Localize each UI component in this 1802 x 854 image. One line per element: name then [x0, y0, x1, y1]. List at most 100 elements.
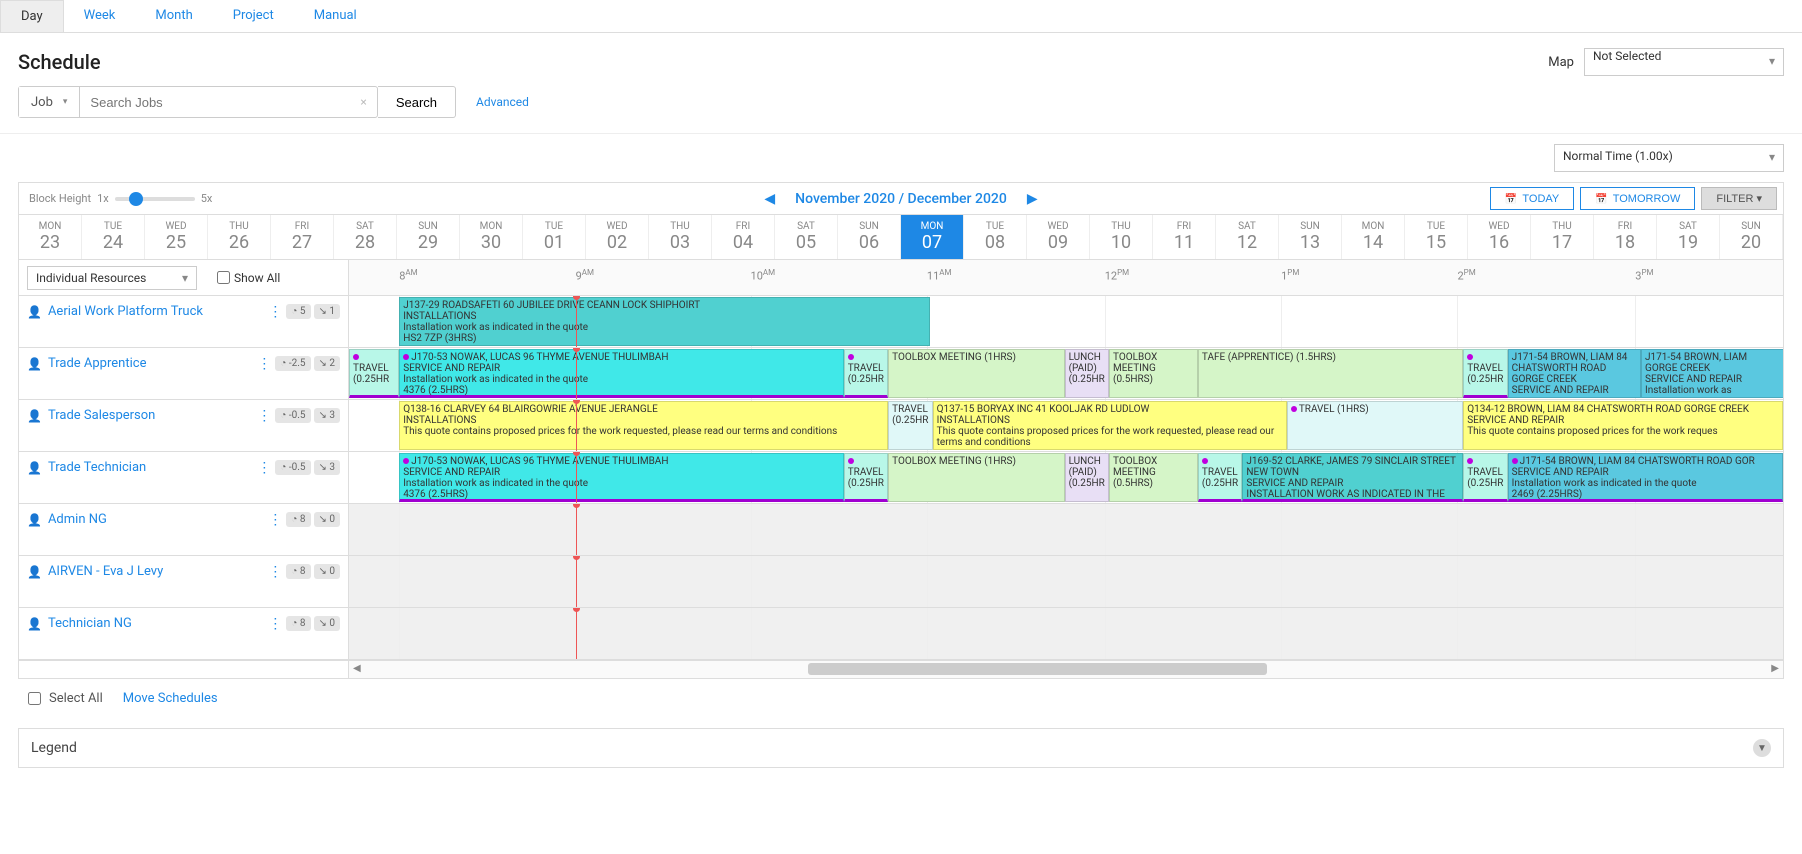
schedule-event[interactable]: Q137-15 BORYAX INC 41 KOOLJAK RD LUDLOWI… [933, 401, 1287, 450]
date-cell[interactable]: WED16 [1468, 215, 1531, 259]
tab-week[interactable]: Week [64, 0, 136, 32]
resource-name[interactable]: 👤Admin NG [27, 512, 264, 527]
date-cell[interactable]: SUN06 [838, 215, 901, 259]
schedule-event[interactable]: TOOLBOX MEETING (0.5HRS) [1109, 349, 1198, 398]
scroll-left-icon[interactable]: ◀ [353, 663, 361, 674]
select-all-checkbox[interactable]: Select All [28, 691, 103, 706]
schedule-event[interactable]: J171-54 BROWN, LIAM 84 CHATSWORTH ROAD G… [1508, 349, 1641, 398]
schedule-event[interactable]: TRAVEL (0.25HR [1198, 453, 1242, 502]
resource-name[interactable]: 👤AIRVEN - Eva J Levy [27, 564, 264, 579]
chevron-down-icon[interactable]: ▼ [1753, 739, 1771, 757]
resource-menu-icon[interactable]: ⋮ [264, 512, 286, 528]
schedule-event[interactable]: LUNCH (PAID) (0.25HR [1065, 349, 1109, 398]
date-cell[interactable]: SUN29 [397, 215, 460, 259]
select-all-input[interactable] [28, 692, 41, 705]
date-cell[interactable]: THU10 [1090, 215, 1153, 259]
date-cell[interactable]: FRI04 [712, 215, 775, 259]
schedule-event[interactable]: TRAVEL (0.25HR [844, 349, 888, 398]
date-cell[interactable]: SAT28 [334, 215, 397, 259]
schedule-event[interactable]: J137-29 ROADSAFETI 60 JUBILEE DRIVE CEAN… [399, 297, 930, 346]
show-all-input[interactable] [217, 271, 230, 284]
filter-button[interactable]: FILTER ▾ [1701, 187, 1777, 210]
date-range[interactable]: November 2020 / December 2020 [795, 191, 1007, 207]
schedule-event[interactable]: J170-53 NOWAK, LUCAS 96 THYME AVENUE THU… [399, 349, 844, 398]
block-height-slider[interactable] [115, 197, 195, 201]
slider-thumb[interactable] [129, 192, 143, 206]
time-mode-select[interactable]: Normal Time (1.00x) [1554, 144, 1784, 172]
schedule-event[interactable]: TRAVEL (0.25HR [844, 453, 888, 502]
resource-menu-icon[interactable]: ⋮ [264, 564, 286, 580]
resource-menu-icon[interactable]: ⋮ [264, 616, 286, 632]
date-cell[interactable]: TUE01 [523, 215, 586, 259]
resource-menu-icon[interactable]: ⋮ [253, 460, 275, 476]
today-button[interactable]: TODAY [1490, 187, 1574, 210]
show-all-checkbox[interactable]: Show All [217, 271, 280, 285]
scroll-right-icon[interactable]: ▶ [1771, 663, 1779, 674]
advanced-link[interactable]: Advanced [476, 95, 529, 109]
date-cell[interactable]: MON07 [901, 215, 964, 259]
schedule-event[interactable]: TRAVEL (0.25HR [349, 349, 399, 398]
date-cell[interactable]: MON30 [460, 215, 523, 259]
schedule-event[interactable]: TRAVEL (0.25HR [1463, 349, 1507, 398]
resource-timeline[interactable]: J170-53 NOWAK, LUCAS 96 THYME AVENUE THU… [349, 452, 1783, 503]
tab-month[interactable]: Month [135, 0, 212, 32]
date-cell[interactable]: SAT12 [1216, 215, 1279, 259]
date-cell[interactable]: MON14 [1342, 215, 1405, 259]
move-schedules-link[interactable]: Move Schedules [123, 691, 218, 706]
prev-arrow-icon[interactable]: ◀ [764, 191, 775, 207]
resource-timeline[interactable]: TRAVEL (0.25HRJ170-53 NOWAK, LUCAS 96 TH… [349, 348, 1783, 399]
resource-menu-icon[interactable]: ⋮ [253, 356, 275, 372]
tab-project[interactable]: Project [213, 0, 294, 32]
search-button[interactable]: Search [378, 86, 456, 118]
schedule-event[interactable]: J171-54 BROWN, LIAM GORGE CREEKSERVICE A… [1641, 349, 1783, 398]
schedule-event[interactable]: TOOLBOX MEETING (1HRS) [888, 349, 1064, 398]
resource-timeline[interactable]: J137-29 ROADSAFETI 60 JUBILEE DRIVE CEAN… [349, 296, 1783, 347]
resource-timeline[interactable] [349, 504, 1783, 555]
job-type-dropdown[interactable]: Job [19, 87, 80, 117]
date-cell[interactable]: THU03 [649, 215, 712, 259]
date-cell[interactable]: SAT19 [1657, 215, 1720, 259]
schedule-event[interactable]: TRAVEL (0.25HR [1463, 453, 1507, 502]
tab-manual[interactable]: Manual [294, 0, 377, 32]
map-select[interactable]: Not Selected [1584, 48, 1784, 76]
resource-timeline[interactable] [349, 556, 1783, 607]
schedule-event[interactable]: TAFE (APPRENTICE) (1.5HRS) [1198, 349, 1463, 398]
schedule-event[interactable]: TRAVEL (1HRS) [1287, 401, 1463, 450]
resource-name[interactable]: 👤Technician NG [27, 616, 264, 631]
tab-day[interactable]: Day [0, 0, 64, 32]
date-cell[interactable]: TUE08 [964, 215, 1027, 259]
tomorrow-button[interactable]: TOMORROW [1580, 187, 1695, 210]
schedule-event[interactable]: TOOLBOX MEETING (1HRS) [888, 453, 1064, 502]
scroll-thumb[interactable] [808, 663, 1267, 675]
resource-name[interactable]: 👤Aerial Work Platform Truck [27, 304, 264, 319]
resource-menu-icon[interactable]: ⋮ [253, 408, 275, 424]
date-cell[interactable]: MON23 [19, 215, 82, 259]
resource-name[interactable]: 👤Trade Apprentice [27, 356, 253, 371]
resource-dropdown[interactable]: Individual Resources [27, 266, 197, 290]
resource-menu-icon[interactable]: ⋮ [264, 304, 286, 320]
date-cell[interactable]: SUN13 [1279, 215, 1342, 259]
date-cell[interactable]: SUN20 [1720, 215, 1783, 259]
search-input[interactable] [80, 87, 350, 117]
date-cell[interactable]: THU26 [208, 215, 271, 259]
date-cell[interactable]: FRI11 [1153, 215, 1216, 259]
next-arrow-icon[interactable]: ▶ [1027, 191, 1038, 207]
date-cell[interactable]: SAT05 [775, 215, 838, 259]
resource-name[interactable]: 👤Trade Technician [27, 460, 253, 475]
schedule-event[interactable]: LUNCH (PAID) (0.25HR [1065, 453, 1109, 502]
date-cell[interactable]: WED09 [1027, 215, 1090, 259]
legend-panel[interactable]: Legend ▼ [18, 728, 1784, 768]
date-cell[interactable]: TUE15 [1405, 215, 1468, 259]
schedule-event[interactable]: Q138-16 CLARVEY 64 BLAIRGOWRIE AVENUE JE… [399, 401, 888, 450]
date-cell[interactable]: WED02 [586, 215, 649, 259]
date-cell[interactable]: FRI27 [271, 215, 334, 259]
date-cell[interactable]: FRI18 [1594, 215, 1657, 259]
scrollbar-track[interactable]: ◀ ▶ [349, 661, 1783, 678]
date-cell[interactable]: TUE24 [82, 215, 145, 259]
clear-icon[interactable]: × [350, 87, 376, 117]
schedule-event[interactable]: TRAVEL (0.25HR [888, 401, 932, 450]
schedule-event[interactable]: J171-54 BROWN, LIAM 84 CHATSWORTH ROAD G… [1508, 453, 1783, 502]
schedule-event[interactable]: J170-53 NOWAK, LUCAS 96 THYME AVENUE THU… [399, 453, 844, 502]
schedule-event[interactable]: J169-52 CLARKE, JAMES 79 SINCLAIR STREET… [1242, 453, 1463, 502]
date-cell[interactable]: THU17 [1531, 215, 1594, 259]
